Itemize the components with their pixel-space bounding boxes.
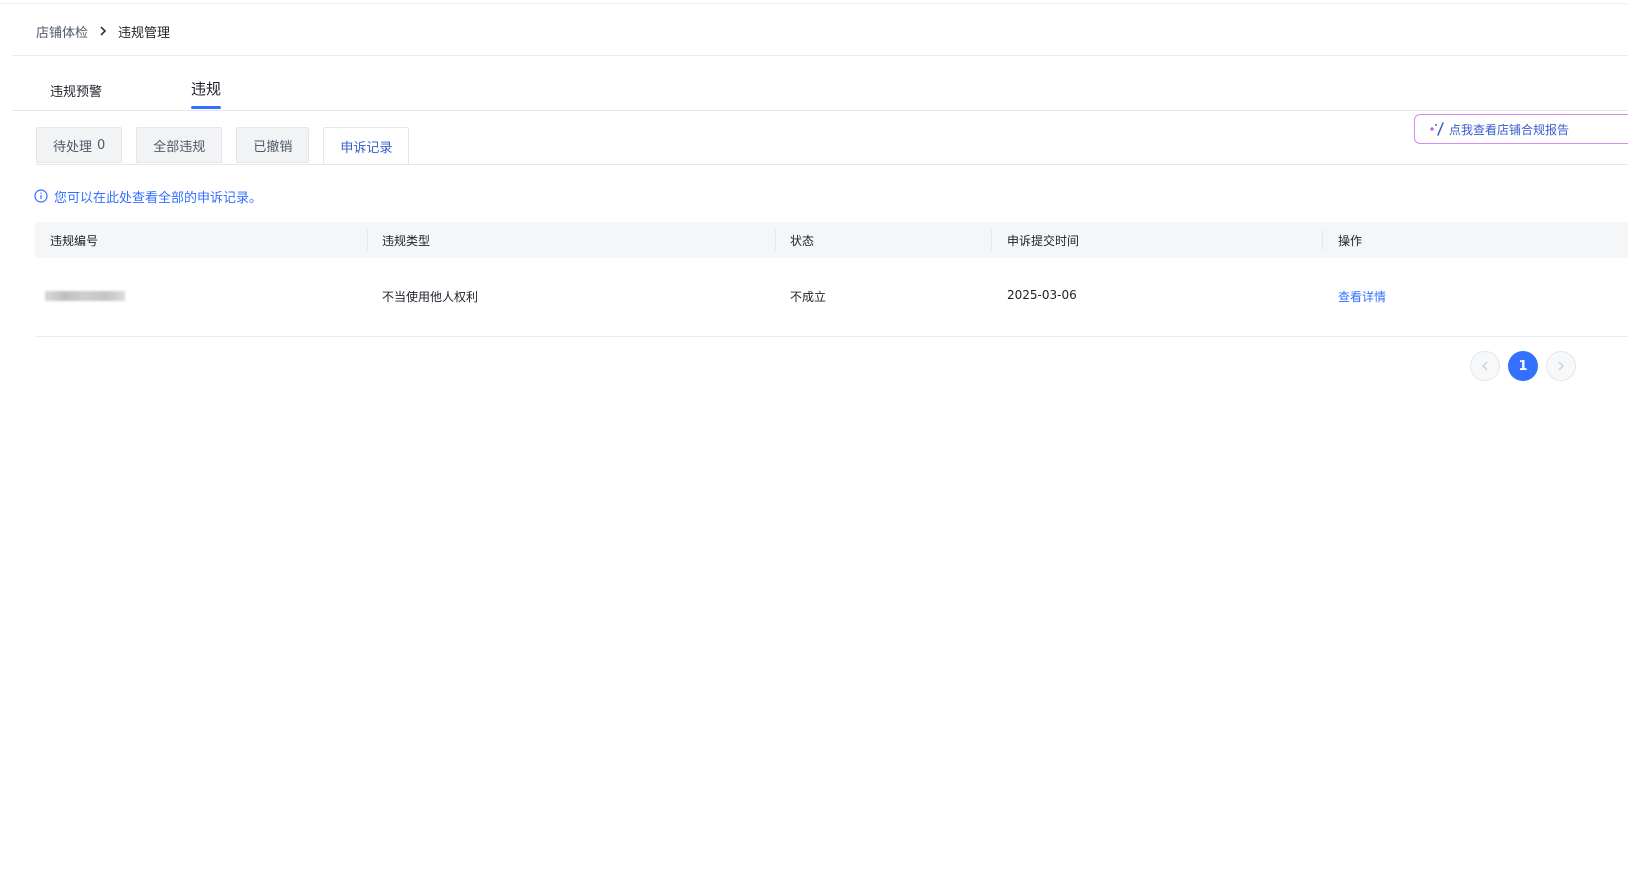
- subtab-appeal-records[interactable]: 申诉记录: [323, 127, 410, 165]
- column-separator: [367, 230, 368, 250]
- masked-violation-id: [45, 291, 125, 301]
- page-button-current[interactable]: 1: [1508, 351, 1538, 381]
- tab-label: 违规: [191, 80, 222, 98]
- column-separator: [991, 230, 992, 250]
- subtabs-divider: [36, 164, 1628, 165]
- info-notice: 您可以在此处查看全部的申诉记录。: [34, 186, 262, 206]
- subtab-label: 已撤销: [253, 139, 293, 155]
- breadcrumb-parent[interactable]: 店铺体检: [36, 22, 88, 41]
- chevron-right-icon: [1558, 361, 1564, 371]
- next-page-button[interactable]: [1546, 351, 1576, 381]
- notice-text: 您可以在此处查看全部的申诉记录。: [54, 190, 263, 206]
- tab-violation-warning[interactable]: 违规预警: [50, 81, 102, 100]
- pending-count: 0: [97, 137, 106, 153]
- page-number: 1: [1518, 358, 1528, 374]
- chevron-left-icon: [1482, 361, 1488, 371]
- table-header: 违规编号 违规类型 状态 申诉提交时间 操作: [35, 222, 1628, 258]
- column-header-submit-time: 申诉提交时间: [1007, 234, 1080, 248]
- active-tab-indicator: [191, 106, 222, 109]
- column-header-violation-id: 违规编号: [50, 234, 99, 248]
- view-details-link[interactable]: 查看详情: [1338, 288, 1386, 305]
- prev-page-button[interactable]: [1470, 351, 1500, 381]
- subtab-revoked[interactable]: 已撤销: [236, 127, 310, 163]
- subtab-pending[interactable]: 待处理 0: [36, 127, 123, 163]
- column-header-status: 状态: [790, 234, 815, 248]
- subtab-label: 待处理: [53, 139, 93, 155]
- cell-violation-type: 不当使用他人权利: [382, 290, 479, 304]
- compliance-report-button[interactable]: 点我查看店铺合规报告: [1414, 114, 1628, 144]
- info-icon: [34, 189, 48, 203]
- cell-submit-time: 2025-03-06: [1007, 288, 1077, 302]
- column-header-violation-type: 违规类型: [382, 234, 431, 248]
- table-row: 不当使用他人权利 不成立 2025-03-06 查看详情: [35, 258, 1628, 337]
- subtab-label: 申诉记录: [340, 140, 393, 156]
- appeal-records-table: 违规编号 违规类型 状态 申诉提交时间 操作 不当使用他人权利 不成立 2025…: [35, 222, 1628, 337]
- column-separator: [1322, 230, 1323, 250]
- column-header-action: 操作: [1338, 234, 1363, 248]
- tab-label: 违规预警: [50, 85, 103, 100]
- subtab-label: 全部违规: [153, 139, 206, 155]
- breadcrumb: 店铺体检 违规管理: [36, 20, 170, 42]
- sub-tabs: 待处理 0 全部违规 已撤销 申诉记录: [36, 127, 423, 165]
- top-divider: [0, 3, 1628, 4]
- breadcrumb-current: 违规管理: [118, 25, 171, 41]
- sparkle-icon: [1429, 122, 1445, 136]
- chevron-right-icon: [98, 26, 108, 36]
- tab-violation[interactable]: 违规: [191, 78, 222, 109]
- report-button-label: 点我查看店铺合规报告: [1449, 122, 1570, 137]
- column-separator: [775, 230, 776, 250]
- subtab-all-violations[interactable]: 全部违规: [136, 127, 223, 163]
- pagination: 1: [1470, 351, 1584, 381]
- cell-status: 不成立: [790, 290, 827, 304]
- main-tabs: 违规预警 违规: [12, 56, 1628, 111]
